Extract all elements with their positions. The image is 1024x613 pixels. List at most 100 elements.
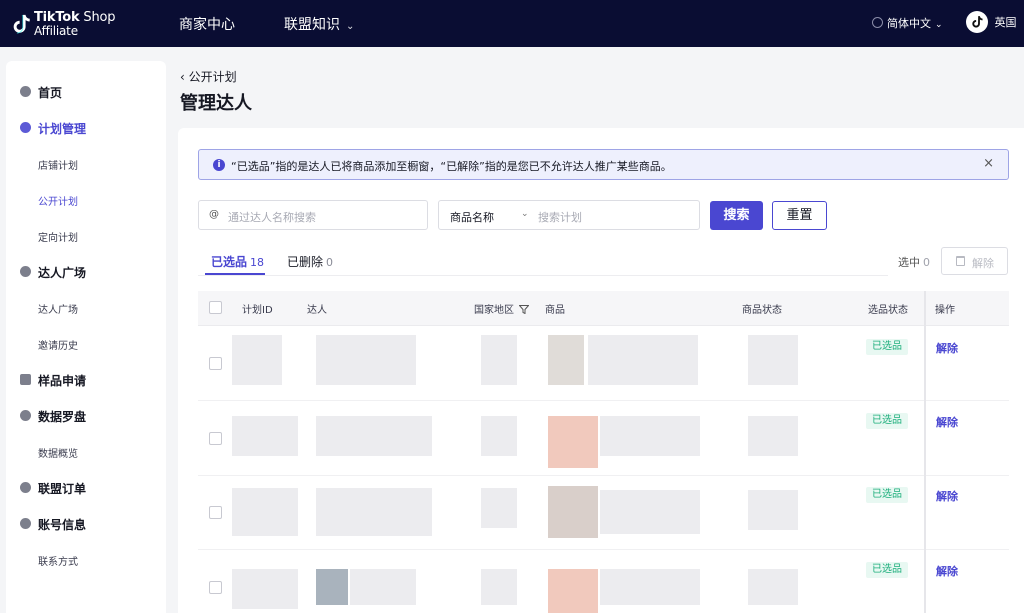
redacted-creator	[350, 569, 416, 605]
col-plan-id: 计划ID	[242, 305, 273, 316]
top-bar: TikTok Shop Affiliate 商家中心 联盟知识 ⌄ 简体中文 ⌄ 英…	[0, 0, 1024, 47]
table-row: 已选品 解除	[198, 327, 1009, 401]
col-product-status: 商品状态	[742, 305, 782, 316]
info-icon: i	[213, 159, 225, 171]
page-title: 管理达人	[180, 93, 252, 114]
status-badge: 已选品	[866, 487, 908, 503]
close-icon[interactable]: ×	[983, 156, 994, 171]
row-checkbox[interactable]	[209, 432, 222, 445]
table-row: 已选品 解除	[198, 476, 1009, 550]
remove-link[interactable]: 解除	[936, 414, 958, 430]
sidebar-subitem-invite-history[interactable]: 邀请历史	[38, 337, 78, 352]
sidebar-item-creator-marketplace[interactable]: 达人广场	[6, 258, 166, 286]
filter-icon[interactable]	[519, 305, 529, 314]
active-tab-indicator	[205, 273, 265, 275]
select-all-checkbox[interactable]	[209, 301, 222, 314]
orders-icon	[20, 482, 31, 493]
reset-button[interactable]: 重置	[772, 201, 827, 230]
redacted-creator	[316, 416, 432, 456]
redacted-product	[600, 416, 700, 456]
trash-icon	[956, 256, 965, 266]
creator-search-placeholder: 通过达人名称搜索	[228, 211, 316, 224]
row-checkbox[interactable]	[209, 581, 222, 594]
tiktok-logo-icon	[13, 14, 30, 34]
redacted-product	[588, 335, 698, 385]
redacted-region	[481, 335, 517, 385]
row-checkbox[interactable]	[209, 357, 222, 370]
brand-affiliate: Affiliate	[34, 24, 78, 38]
status-badge: 已选品	[866, 413, 908, 429]
avatar	[966, 11, 988, 33]
chevron-down-icon: ⌄	[346, 21, 355, 32]
sidebar-subitem-shop-plan[interactable]: 店铺计划	[38, 157, 78, 172]
at-icon: @	[209, 209, 219, 220]
user-icon	[20, 518, 31, 529]
redacted-product-status	[748, 490, 798, 530]
sidebar-subitem-creator-marketplace[interactable]: 达人广场	[38, 301, 78, 316]
remove-link[interactable]: 解除	[936, 563, 958, 579]
redacted-region	[481, 569, 517, 605]
tabs-divider	[198, 275, 888, 276]
col-selection-status: 选品状态	[868, 305, 908, 316]
sidebar-item-home[interactable]: 首页	[6, 78, 166, 106]
plan-search-placeholder: 搜索计划	[538, 211, 582, 224]
region-account-selector[interactable]: 英国	[966, 11, 1017, 33]
back-link[interactable]: ‹ 公开计划	[180, 68, 237, 85]
table-header: 计划ID 达人 国家地区 商品 商品状态 选品状态 操作	[198, 291, 1009, 326]
plan-icon	[20, 122, 31, 133]
info-notice: i “已选品”指的是达人已将商品添加至橱窗，“已解除”指的是您已不允许达人推广某…	[198, 149, 1009, 180]
remove-link[interactable]: 解除	[936, 488, 958, 504]
sample-icon	[20, 374, 31, 385]
row-checkbox[interactable]	[209, 506, 222, 519]
redacted-product-status	[748, 569, 798, 605]
brand-shop: Shop	[79, 10, 116, 25]
redacted-creator	[316, 488, 432, 536]
bulk-remove-button[interactable]: 解除	[941, 247, 1008, 275]
search-button[interactable]: 搜索	[710, 201, 763, 230]
redacted-region	[481, 488, 517, 528]
tiktok-shop-affiliate-logo[interactable]: TikTok Shop Affiliate	[10, 9, 120, 39]
product-thumbnail	[548, 486, 598, 538]
fixed-column-divider	[924, 291, 926, 613]
sidebar-subitem-targeted-plan[interactable]: 定向计划	[38, 229, 78, 244]
sidebar-item-affiliate-orders[interactable]: 联盟订单	[6, 474, 166, 502]
redacted-product	[600, 490, 700, 534]
table-row: 已选品 解除	[198, 402, 1009, 476]
tiktok-logo-icon	[972, 16, 983, 28]
creator-avatar	[316, 569, 348, 605]
compass-icon	[20, 410, 31, 421]
home-icon	[20, 86, 31, 97]
redacted-plan-id	[232, 416, 298, 456]
plan-search-input[interactable]: 商品名称 ⌄ 搜索计划	[438, 200, 700, 230]
brand-name: TikTok	[34, 10, 80, 25]
chevron-down-icon: ⌄	[935, 20, 943, 30]
col-region: 国家地区	[474, 301, 529, 316]
nav-affiliate-knowledge[interactable]: 联盟知识 ⌄	[284, 14, 354, 34]
nav-merchant-center[interactable]: 商家中心	[179, 14, 235, 34]
status-badge: 已选品	[866, 562, 908, 578]
tab-deleted[interactable]: 已删除 0	[287, 253, 333, 270]
creator-search-input[interactable]: @ 通过达人名称搜索	[198, 200, 428, 230]
chevron-down-icon: ⌄	[521, 209, 529, 219]
sidebar-subitem-open-plan[interactable]: 公开计划	[38, 193, 78, 208]
redacted-plan-id	[232, 569, 298, 609]
redacted-plan-id	[232, 335, 282, 385]
product-thumbnail	[548, 335, 584, 385]
redacted-product-status	[748, 416, 798, 456]
globe-icon	[872, 17, 883, 28]
sidebar-subitem-contact[interactable]: 联系方式	[38, 553, 78, 568]
notice-text: “已选品”指的是达人已将商品添加至橱窗，“已解除”指的是您已不允许达人推广某些商…	[231, 160, 672, 173]
sidebar-item-data-compass[interactable]: 数据罗盘	[6, 402, 166, 430]
remove-link[interactable]: 解除	[936, 340, 958, 356]
tab-selected[interactable]: 已选品 18	[211, 253, 264, 270]
status-badge: 已选品	[866, 339, 908, 355]
sidebar-item-account-info[interactable]: 账号信息	[6, 510, 166, 538]
sidebar-item-sample-requests[interactable]: 样品申请	[6, 366, 166, 394]
redacted-product	[600, 569, 700, 605]
language-selector[interactable]: 简体中文 ⌄	[872, 15, 943, 31]
product-thumbnail	[548, 416, 598, 468]
col-actions: 操作	[935, 305, 955, 316]
search-field-select[interactable]: 商品名称	[450, 209, 494, 225]
sidebar-item-plan-management[interactable]: 计划管理	[6, 114, 166, 142]
sidebar-subitem-data-overview[interactable]: 数据概览	[38, 445, 78, 460]
